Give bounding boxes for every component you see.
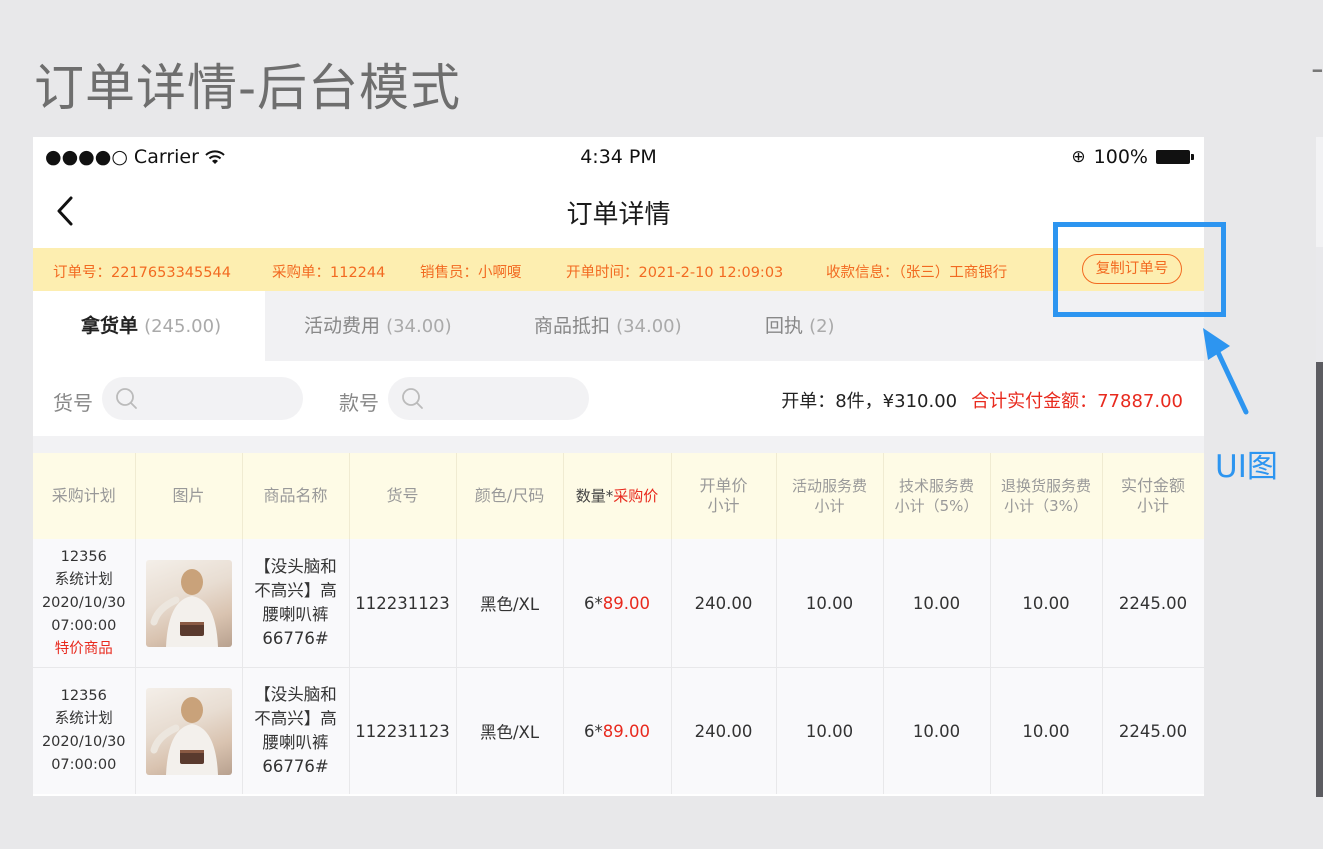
adjacent-panel	[1316, 137, 1323, 797]
product-name[interactable]: 【没头脑和不高兴】高腰喇叭裤66776#	[243, 555, 349, 651]
order-count-summary: 开单：8件，¥310.00	[781, 391, 958, 412]
search-icon	[115, 387, 139, 415]
filter-row: 货号 款号 开单：8件，¥310.00 合计实付金额：77887.00	[33, 361, 1204, 436]
order-items-table: 采购计划 图片 商品名称 货号 颜色/尺码 数量*采购价 开单价 小计 活动服务费…	[33, 453, 1204, 794]
annotation-label: UI图	[1215, 449, 1278, 485]
col-return-fee: 退换货服务费 小计（3%）	[990, 453, 1103, 539]
page-title: 订单详情-后台模式	[34, 59, 462, 117]
annotation-arrow-icon	[1196, 320, 1252, 420]
battery-percent: 100%	[1093, 146, 1148, 168]
col-item-no: 货号	[349, 453, 457, 539]
order-number: 订单号：2217653345544	[53, 265, 231, 281]
col-activity-fee: 活动服务费 小计	[776, 453, 884, 539]
special-price-tag: 特价商品	[54, 640, 113, 657]
payee-info: 收款信息：（张三）工商银行	[826, 265, 1008, 281]
col-name: 商品名称	[242, 453, 350, 539]
tab-pickup-order[interactable]: 拿货单 (245.00)	[33, 291, 265, 361]
product-name[interactable]: 【没头脑和不高兴】高腰喇叭裤66776#	[243, 683, 349, 779]
tab-activity-fees[interactable]: 活动费用 (34.00)	[304, 291, 452, 361]
col-color-size: 颜色/尺码	[456, 453, 564, 539]
status-bar: ●●●●○ Carrier 4:34 PM ⊕ 100%	[33, 137, 1204, 175]
section-divider	[33, 436, 1204, 453]
col-plan: 采购计划	[33, 453, 136, 539]
style-no-label: 款号	[339, 391, 379, 415]
total-paid-amount: 合计实付金额：77887.00	[971, 391, 1183, 412]
search-icon	[401, 387, 425, 415]
purchase-number: 采购单：112244	[272, 265, 386, 281]
nav-bar: 订单详情	[33, 179, 1204, 243]
table-row[interactable]: 12356 系统计划 2020/10/30 07:00:00 特价商品 【没头脑…	[33, 539, 1204, 668]
item-no-label: 货号	[53, 391, 93, 415]
battery-icon	[1156, 150, 1194, 164]
product-image[interactable]	[145, 559, 232, 647]
col-paid: 实付金额 小计	[1102, 453, 1204, 539]
rotation-lock-icon: ⊕	[1071, 147, 1086, 167]
tab-bar: 拿货单 (245.00) 活动费用 (34.00) 商品抵扣 (34.00) 回…	[33, 291, 1204, 361]
table-row[interactable]: 12356 系统计划 2020/10/30 07:00:00 【没头脑和不高兴】…	[33, 667, 1204, 794]
col-qty: 数量*采购价	[563, 453, 672, 539]
col-tech-fee: 技术服务费 小计（5%）	[883, 453, 991, 539]
status-time: 4:34 PM	[580, 146, 657, 168]
seller: 销售员：小啊嗄	[420, 265, 522, 281]
nav-title: 订单详情	[566, 200, 671, 230]
cropped-glyph: ╴	[1313, 54, 1323, 89]
tab-product-deduction[interactable]: 商品抵扣 (34.00)	[534, 291, 682, 361]
open-time: 开单时间：2021-2-10 12:09:03	[566, 265, 784, 281]
order-info-bar: 订单号：2217653345544 采购单：112244 销售员：小啊嗄 开单时…	[33, 248, 1204, 291]
table-header-row: 采购计划 图片 商品名称 货号 颜色/尺码 数量*采购价 开单价 小计 活动服务费…	[33, 453, 1204, 539]
annotation-highlight-box	[1053, 222, 1226, 317]
order-summary: 开单：8件，¥310.00 合计实付金额：77887.00	[781, 387, 1183, 413]
col-image: 图片	[135, 453, 243, 539]
item-no-search-input[interactable]	[102, 377, 303, 420]
style-no-search-input[interactable]	[388, 377, 589, 420]
product-image[interactable]	[145, 687, 232, 775]
tab-receipt[interactable]: 回执 (2)	[765, 291, 835, 361]
phone-screen: ●●●●○ Carrier 4:34 PM ⊕ 100% 订单详情 订单号：22…	[33, 137, 1204, 796]
col-open-price: 开单价 小计	[671, 453, 777, 539]
